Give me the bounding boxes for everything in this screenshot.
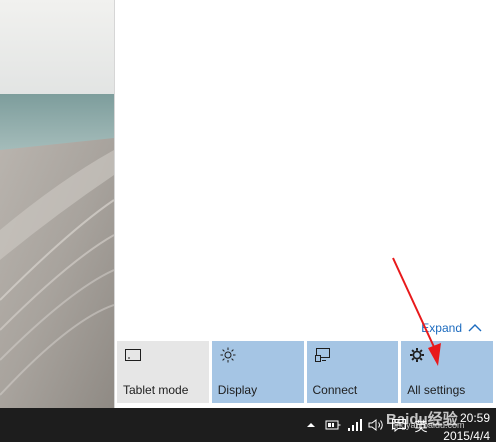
chevron-up-icon [307, 423, 315, 427]
tablet-mode-icon [125, 349, 141, 361]
clock-time: 20:59 [459, 411, 490, 425]
tile-label: Display [217, 383, 258, 397]
network-adapter-icon [325, 420, 341, 430]
notifications-area [115, 0, 496, 318]
expand-link[interactable]: Expand [421, 320, 482, 336]
network-adapter-button[interactable] [322, 408, 344, 442]
taskbar: 英 20:59 2015/4/4 [0, 408, 496, 443]
action-center-button[interactable] [388, 408, 410, 442]
system-tray: 英 20:59 2015/4/4 [300, 408, 496, 443]
volume-icon [368, 419, 383, 431]
clock-date: 2015/4/4 [443, 429, 490, 443]
volume-button[interactable] [366, 408, 388, 442]
tile-label: Connect [312, 383, 358, 397]
all-settings-tile[interactable]: All settings [401, 341, 493, 403]
show-hidden-icons-button[interactable] [300, 408, 322, 442]
expand-label: Expand [421, 321, 462, 335]
tile-label: All settings [407, 383, 466, 397]
connect-icon [314, 348, 330, 362]
tile-label: Tablet mode [123, 383, 189, 397]
desktop-wallpaper [0, 0, 114, 408]
signal-bars-icon [348, 419, 362, 431]
brightness-icon [220, 347, 236, 363]
action-center-panel: Expand Tablet mode Display Connect All s… [114, 0, 496, 408]
network-signal-button[interactable] [344, 408, 366, 442]
chevron-up-icon [468, 324, 482, 332]
display-tile[interactable]: Display [211, 341, 304, 403]
connect-tile[interactable]: Connect [306, 341, 399, 403]
action-center-icon [392, 419, 406, 432]
tablet-mode-tile[interactable]: Tablet mode [117, 341, 209, 403]
clock[interactable]: 20:59 2015/4/4 [432, 408, 496, 443]
gear-icon [410, 348, 425, 362]
input-method-indicator[interactable]: 英 [410, 408, 432, 442]
quick-actions: Tablet mode Display Connect All settings [115, 341, 496, 403]
